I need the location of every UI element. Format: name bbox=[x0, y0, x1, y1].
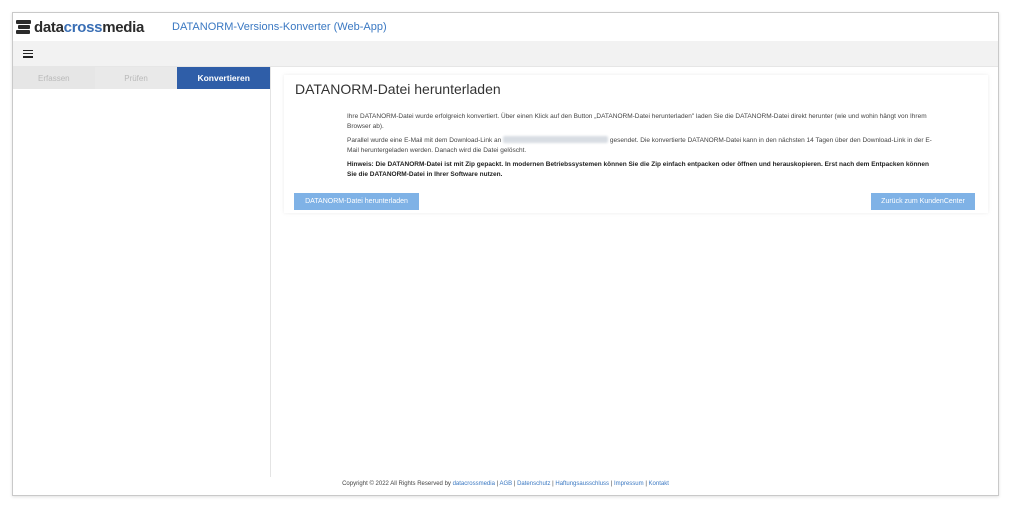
menu-bar bbox=[13, 41, 998, 67]
download-button[interactable]: DATANORM-Datei herunterladen bbox=[294, 193, 419, 210]
email-message-start: Parallel wurde eine E-Mail mit dem Downl… bbox=[347, 137, 502, 144]
copyright-text: Copyright © 2022 All Rights Reserved by bbox=[342, 481, 451, 487]
page-title: DATANORM-Datei herunterladen bbox=[295, 81, 501, 97]
email-message: Parallel wurde eine E-Mail mit dem Downl… bbox=[347, 136, 932, 155]
panel-body: Ihre DATANORM-Datei wurde erfolgreich ko… bbox=[347, 112, 932, 184]
hamburger-menu-icon[interactable] bbox=[23, 49, 33, 58]
footer-link-impressum[interactable]: Impressum bbox=[614, 481, 644, 487]
sidebar: Erfassen Prüfen Konvertieren bbox=[13, 67, 271, 477]
back-to-customer-center-button[interactable]: Zurück zum KundenCenter bbox=[871, 193, 975, 210]
redacted-email bbox=[503, 136, 609, 143]
progress-steps: Erfassen Prüfen Konvertieren bbox=[13, 67, 270, 89]
footer-link-datacrossmedia[interactable]: datacrossmedia bbox=[453, 481, 495, 487]
footer-link-kontakt[interactable]: Kontakt bbox=[649, 481, 669, 487]
footer-link-datenschutz[interactable]: Datenschutz bbox=[517, 481, 550, 487]
step-pruefen: Prüfen bbox=[94, 67, 178, 89]
logo-mark-icon bbox=[16, 20, 32, 34]
step-erfassen: Erfassen bbox=[13, 67, 95, 89]
datacrossmedia-logo[interactable]: datacrossmedia bbox=[16, 17, 144, 37]
zip-hint: Hinweis: Die DATANORM-Datei ist mit Zip … bbox=[347, 161, 929, 178]
top-bar: datacrossmedia DATANORM-Versions-Konvert… bbox=[13, 13, 998, 41]
app-title: DATANORM-Versions-Konverter (Web-App) bbox=[172, 21, 387, 33]
footer-link-haftungsausschluss[interactable]: Haftungsausschluss bbox=[555, 481, 609, 487]
app-window: datacrossmedia DATANORM-Versions-Konvert… bbox=[12, 12, 999, 496]
logo-wordmark: datacrossmedia bbox=[34, 18, 145, 36]
download-panel: DATANORM-Datei herunterladen Ihre DATANO… bbox=[284, 75, 988, 213]
step-konvertieren: Konvertieren bbox=[177, 67, 270, 89]
footer-link-agb[interactable]: AGB bbox=[500, 481, 513, 487]
success-message: Ihre DATANORM-Datei wurde erfolgreich ko… bbox=[347, 113, 927, 130]
footer: Copyright © 2022 All Rights Reserved by … bbox=[342, 481, 669, 487]
